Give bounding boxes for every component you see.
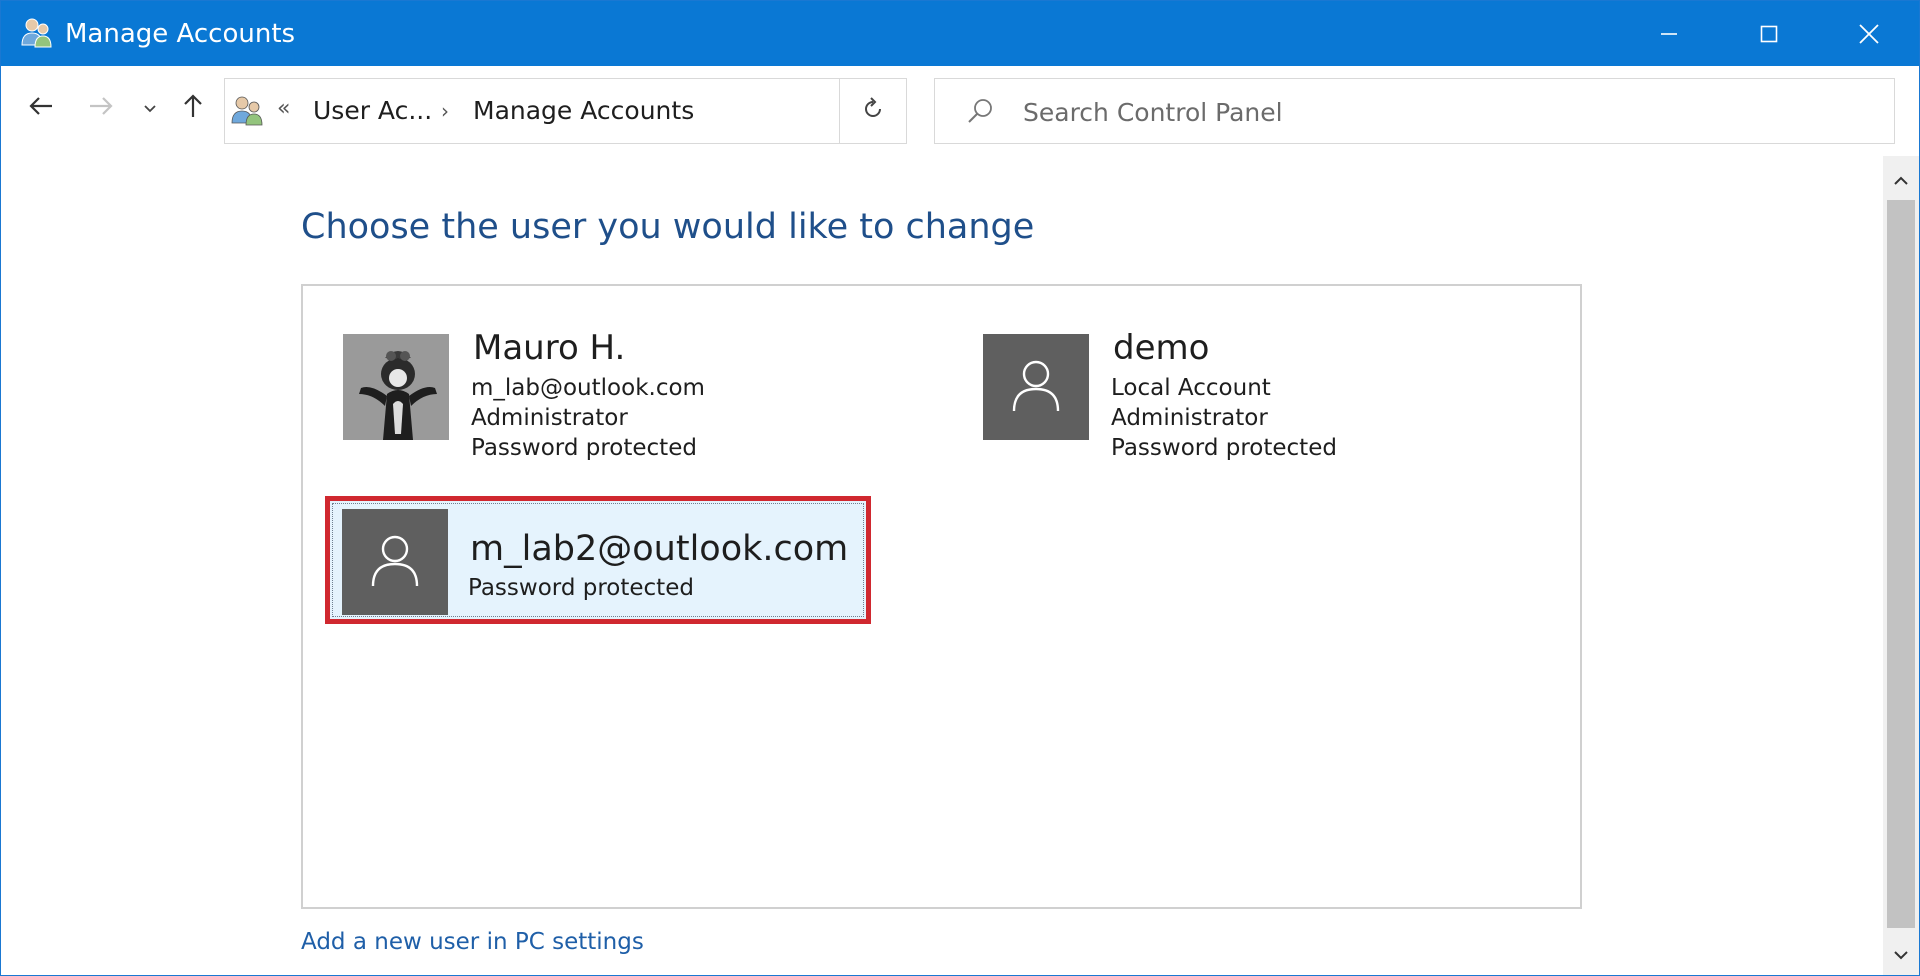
account-tile-demo[interactable]: demo Local Account Administrator Passwor… — [983, 328, 1483, 464]
up-arrow-icon — [182, 93, 204, 123]
navigation-bar: « User Ac... › Manage Accounts — [1, 66, 1919, 156]
user-accounts-icon — [19, 15, 55, 51]
user-icon — [370, 532, 420, 592]
account-name: Mauro H. — [473, 328, 626, 368]
back-button[interactable] — [21, 88, 61, 128]
recent-locations-button[interactable] — [131, 88, 169, 128]
scroll-up-button[interactable] — [1883, 162, 1919, 198]
page-heading: Choose the user you would like to change — [301, 207, 1035, 247]
breadcrumb-manage-accounts[interactable]: Manage Accounts — [473, 96, 694, 126]
account-tile-mauro[interactable]: Mauro H. m_lab@outlook.com Administrator… — [343, 328, 903, 464]
search-box[interactable] — [934, 78, 1895, 144]
account-password-status: Password protected — [468, 575, 694, 601]
avatar — [983, 334, 1089, 440]
address-bar[interactable]: « User Ac... › Manage Accounts — [224, 78, 907, 144]
chevron-up-icon — [1893, 171, 1909, 190]
account-tile-m-lab2[interactable]: m_lab2@outlook.com Password protected — [325, 496, 871, 624]
back-arrow-icon — [28, 95, 54, 121]
photo-avatar-icon — [343, 334, 449, 440]
avatar — [342, 509, 448, 615]
window-title: Manage Accounts — [65, 19, 296, 49]
minimize-button[interactable] — [1619, 1, 1719, 66]
title-bar: Manage Accounts — [1, 1, 1919, 66]
account-type: Administrator — [471, 405, 628, 431]
accounts-list: Mauro H. m_lab@outlook.com Administrator… — [301, 284, 1582, 909]
up-button[interactable] — [173, 88, 213, 128]
chevron-down-icon — [1893, 945, 1909, 964]
account-name: demo — [1113, 328, 1210, 368]
vertical-scrollbar[interactable] — [1883, 156, 1919, 975]
close-button[interactable] — [1819, 1, 1919, 66]
close-icon — [1858, 23, 1880, 45]
main-content: Choose the user you would like to change — [1, 156, 1883, 975]
breadcrumb-separator[interactable]: › — [441, 97, 449, 125]
search-icon — [965, 97, 995, 127]
manage-accounts-window: Manage Accounts « User Ac... › Manage Ac… — [0, 0, 1920, 976]
minimize-icon — [1659, 24, 1679, 44]
forward-arrow-icon — [88, 95, 114, 121]
search-input[interactable] — [1021, 91, 1875, 133]
user-icon — [1011, 357, 1061, 417]
breadcrumb-overflow[interactable]: « — [277, 96, 290, 122]
account-name: m_lab2@outlook.com — [470, 529, 849, 569]
avatar — [343, 334, 449, 440]
chevron-down-icon — [143, 99, 157, 118]
scroll-down-button[interactable] — [1883, 936, 1919, 972]
add-new-user-link[interactable]: Add a new user in PC settings — [301, 927, 644, 957]
refresh-icon — [861, 97, 885, 125]
maximize-button[interactable] — [1719, 1, 1819, 66]
maximize-icon — [1759, 24, 1779, 44]
breadcrumb-user-accounts[interactable]: User Ac... — [313, 96, 432, 126]
account-kind: Local Account — [1111, 375, 1271, 401]
account-password-status: Password protected — [471, 435, 697, 461]
refresh-button[interactable] — [839, 78, 907, 144]
user-accounts-icon — [229, 93, 267, 129]
account-email: m_lab@outlook.com — [471, 375, 705, 401]
account-password-status: Password protected — [1111, 435, 1337, 461]
forward-button[interactable] — [81, 88, 121, 128]
account-type: Administrator — [1111, 405, 1268, 431]
scroll-thumb[interactable] — [1887, 200, 1915, 928]
